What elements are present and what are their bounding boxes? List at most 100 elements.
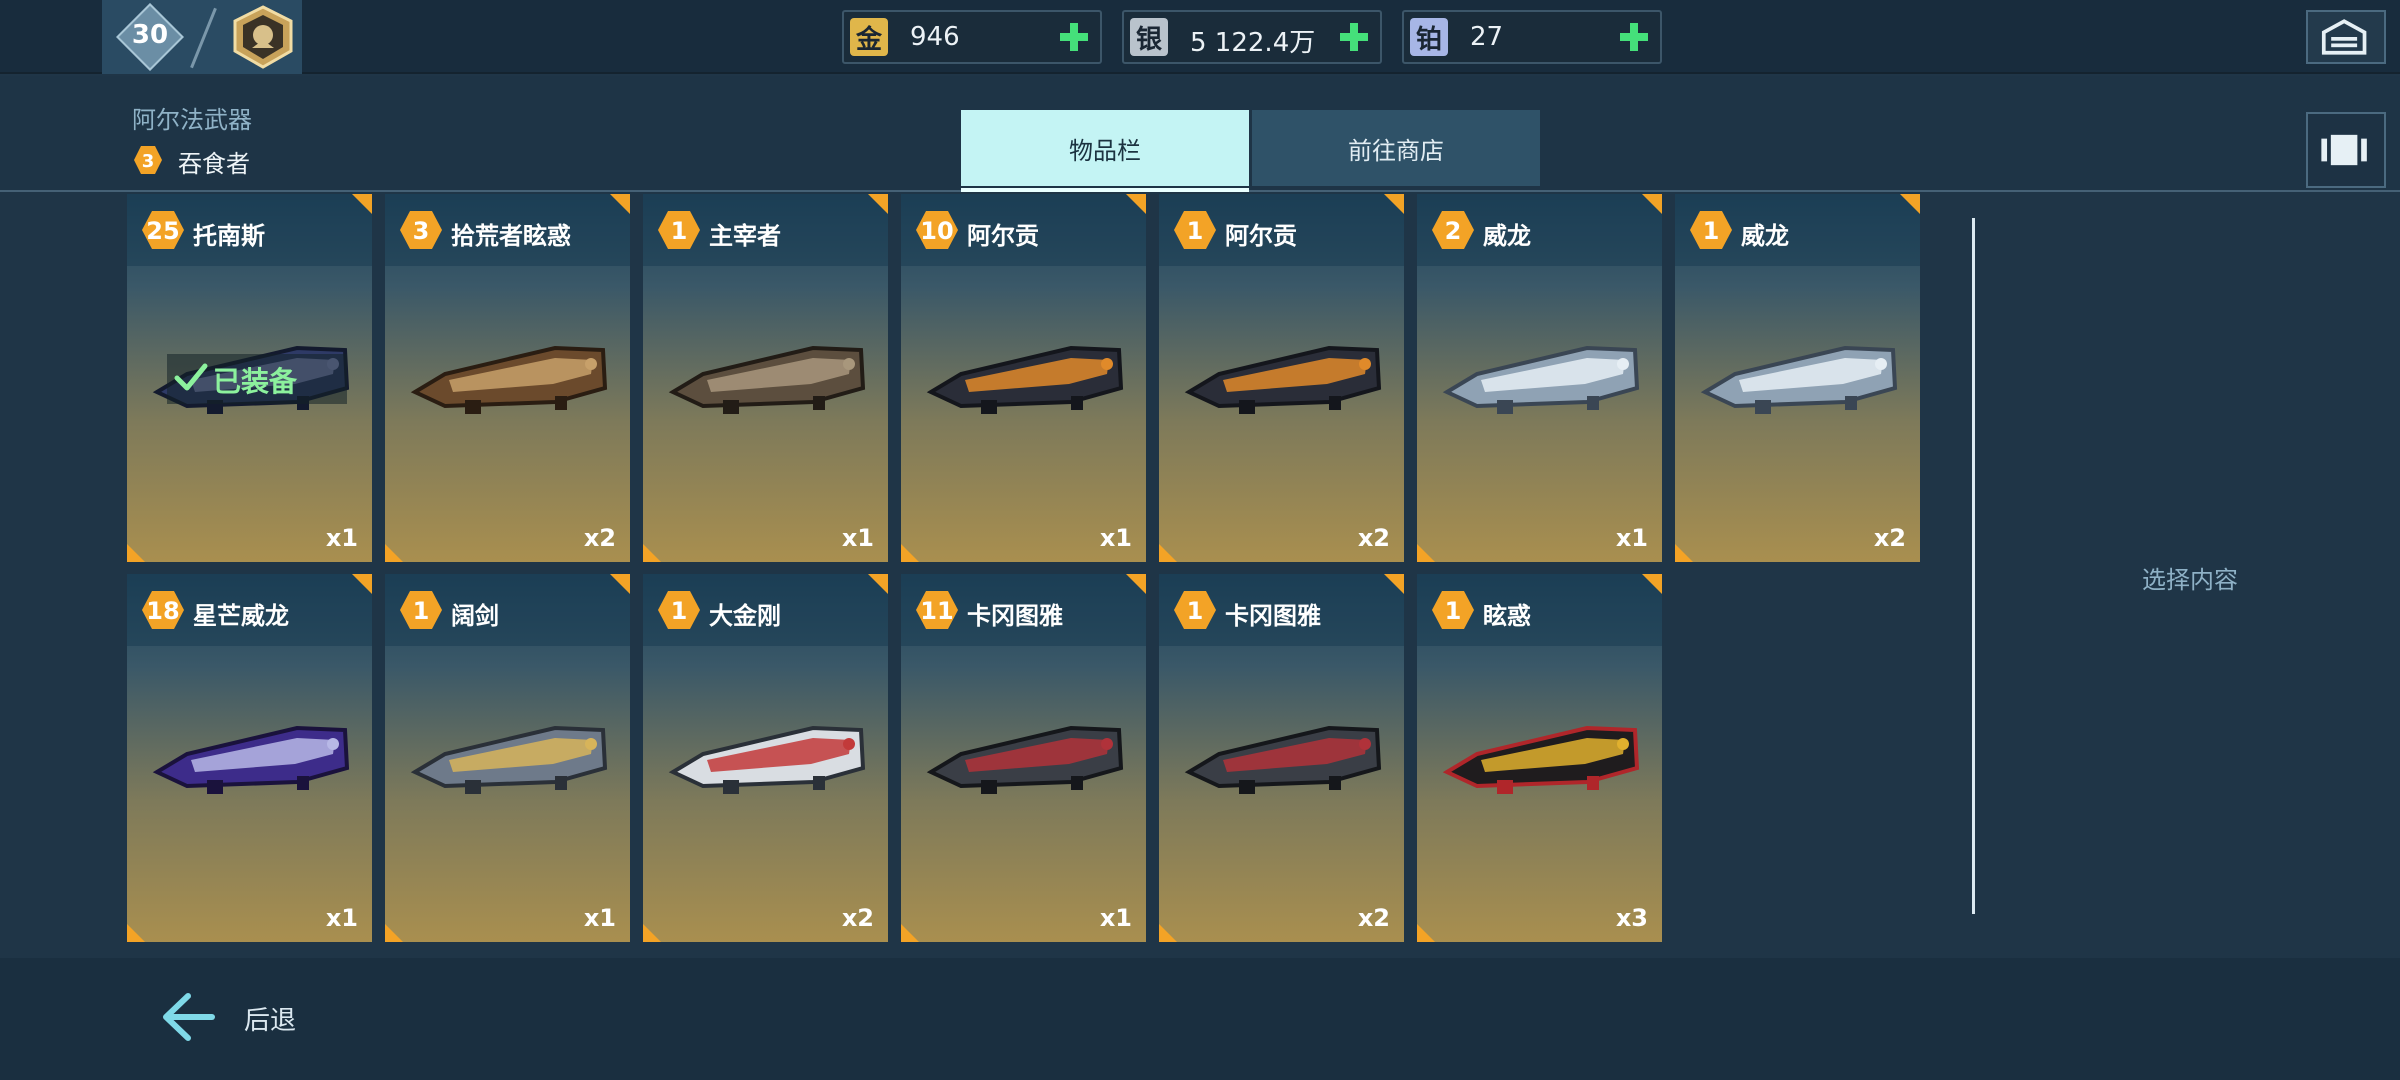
- item-quantity: x3: [1615, 904, 1648, 932]
- item-card[interactable]: 18 星芒威龙 x1: [127, 574, 372, 942]
- rarity-corner-icon: [643, 924, 661, 942]
- platinum-icon: 铂: [1410, 18, 1448, 56]
- item-card[interactable]: 1 阿尔贡 x2: [1159, 194, 1404, 562]
- equipped-label: 已装备: [213, 365, 298, 398]
- divider-slash: [190, 7, 217, 69]
- item-rank: 1: [1702, 217, 1720, 245]
- layout-toggle-button[interactable]: [2306, 112, 2386, 188]
- tab-go-to-shop[interactable]: 前往商店: [1252, 110, 1540, 186]
- item-quantity: x2: [583, 524, 616, 552]
- item-name: 主宰者: [709, 222, 781, 250]
- panel-divider: [1972, 218, 1975, 914]
- item-card[interactable]: 1 主宰者 x1: [643, 194, 888, 562]
- item-card[interactable]: 1 威龙 x2: [1675, 194, 1920, 562]
- rarity-corner-icon: [352, 574, 372, 594]
- rarity-corner-icon: [868, 574, 888, 594]
- add-gold-plus-icon[interactable]: [1056, 18, 1092, 56]
- item-quantity: x2: [1357, 524, 1390, 552]
- rarity-corner-icon: [1384, 574, 1404, 594]
- item-card[interactable]: 2 威龙 x1: [1417, 194, 1662, 562]
- player-level[interactable]: 30: [102, 0, 302, 74]
- platinum-currency: 铂 27: [1402, 10, 1662, 64]
- item-card[interactable]: 1 阔剑 x1: [385, 574, 630, 942]
- item-quantity: x1: [325, 904, 358, 932]
- top-bar: 30 金 946 银 5 122.4万 铂 27: [0, 0, 2400, 74]
- item-card[interactable]: 1 大金刚 x2: [643, 574, 888, 942]
- rarity-corner-icon: [127, 924, 145, 942]
- item-quantity: x1: [583, 904, 616, 932]
- rarity-corner-icon: [868, 194, 888, 214]
- item-name: 眩惑: [1483, 602, 1531, 630]
- rarity-corner-icon: [1159, 544, 1177, 562]
- item-card[interactable]: 11 卡冈图雅 x1: [901, 574, 1146, 942]
- rarity-corner-icon: [1126, 194, 1146, 214]
- item-rank: 3: [412, 217, 430, 245]
- gold-icon: 金: [850, 18, 888, 56]
- rarity-corner-icon: [643, 544, 661, 562]
- gold-value: 946: [910, 22, 960, 52]
- item-rank: 1: [1186, 217, 1204, 245]
- item-card[interactable]: 25 托南斯 x1 已装备: [127, 194, 372, 562]
- rarity-corner-icon: [1417, 924, 1435, 942]
- rarity-corner-icon: [1384, 194, 1404, 214]
- weapon-image-icon: [1184, 725, 1382, 794]
- rarity-corner-icon: [385, 544, 403, 562]
- item-rank: 10: [920, 217, 954, 245]
- rarity-corner-icon: [1900, 194, 1920, 214]
- item-quantity: x2: [1357, 904, 1390, 932]
- svg-text:3: 3: [142, 151, 155, 172]
- add-silver-plus-icon[interactable]: [1336, 18, 1372, 56]
- silver-currency: 银 5 122.4万: [1122, 10, 1382, 64]
- item-card[interactable]: 1 卡冈图雅 x2: [1159, 574, 1404, 942]
- rarity-corner-icon: [1126, 574, 1146, 594]
- item-card[interactable]: 1 眩惑 x3: [1417, 574, 1662, 942]
- weapon-image-icon: [926, 725, 1124, 794]
- rarity-corner-icon: [610, 194, 630, 214]
- platinum-value: 27: [1470, 22, 1504, 52]
- add-platinum-plus-icon[interactable]: [1616, 18, 1652, 56]
- weapon-image-icon: [1442, 345, 1640, 414]
- item-quantity: x1: [1099, 524, 1132, 552]
- item-name: 卡冈图雅: [967, 602, 1063, 630]
- weapon-image-icon: [1700, 345, 1898, 414]
- rarity-corner-icon: [1642, 194, 1662, 214]
- item-card[interactable]: 3 拾荒者眩惑 x2: [385, 194, 630, 562]
- detail-placeholder: 选择内容: [2142, 566, 2238, 594]
- tab-inventory[interactable]: 物品栏: [961, 110, 1249, 192]
- layout-toggle-icon: [2321, 134, 2367, 166]
- item-rank: 25: [146, 217, 180, 245]
- equipped-badge: 已装备: [167, 354, 347, 404]
- rarity-corner-icon: [1417, 544, 1435, 562]
- weapon-image-icon: [668, 725, 866, 794]
- item-name: 威龙: [1741, 222, 1789, 250]
- weapon-image-icon: [668, 345, 866, 414]
- item-card[interactable]: 10 阿尔贡 x1: [901, 194, 1146, 562]
- weapon-image-icon: [1442, 725, 1640, 794]
- rarity-corner-icon: [1159, 924, 1177, 942]
- rarity-corner-icon: [127, 544, 145, 562]
- rarity-corner-icon: [610, 574, 630, 594]
- back-button-label[interactable]: 后退: [244, 1000, 296, 1037]
- item-rank: 18: [146, 597, 180, 625]
- item-quantity: x1: [841, 524, 874, 552]
- back-arrow-icon[interactable]: [160, 990, 216, 1044]
- item-rank: 11: [920, 597, 954, 625]
- item-quantity: x2: [841, 904, 874, 932]
- item-rank: 2: [1444, 217, 1462, 245]
- weapon-image-icon: [410, 345, 608, 414]
- item-grid: 25 托南斯 x1 已装备 3 拾荒者眩惑 x2 1 主宰者 x1 10 阿尔贡 x1 1 阿尔贡 x2 2 威龙…: [127, 194, 1927, 942]
- weapon-image-icon: [410, 725, 608, 794]
- item-rank: 1: [670, 217, 688, 245]
- item-rank: 1: [412, 597, 430, 625]
- rank-emblem-icon[interactable]: [230, 4, 296, 70]
- item-name: 大金刚: [709, 602, 781, 630]
- weapon-image-icon: [926, 345, 1124, 414]
- item-name: 拾荒者眩惑: [451, 222, 571, 250]
- item-name: 托南斯: [193, 222, 265, 250]
- weapon-name: 吞食者: [178, 150, 250, 178]
- garage-button[interactable]: [2306, 10, 2386, 64]
- rarity-corner-icon: [1642, 574, 1662, 594]
- rarity-corner-icon: [385, 924, 403, 942]
- level-number: 30: [131, 20, 169, 50]
- item-quantity: x1: [325, 524, 358, 552]
